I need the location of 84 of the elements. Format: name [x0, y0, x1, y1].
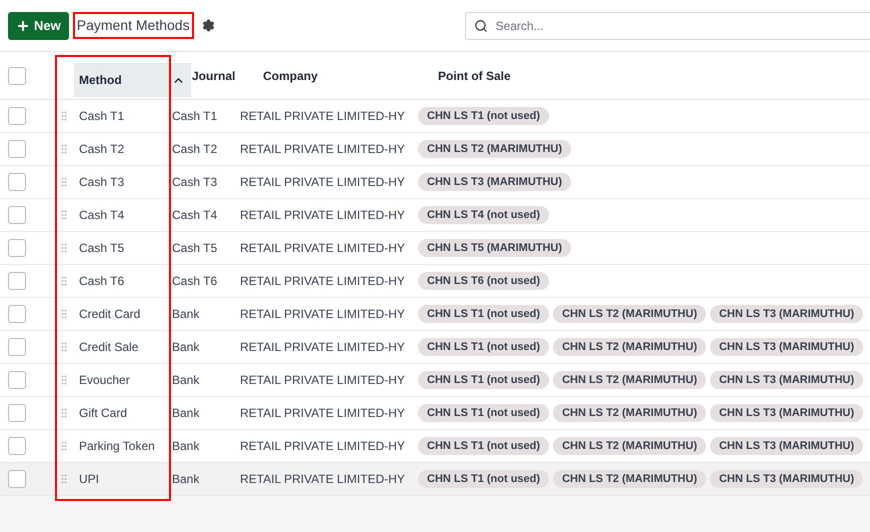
pos-tag: CHN LS T3 (MARIMUTHU)	[710, 404, 864, 422]
row-checkbox[interactable]	[8, 206, 26, 224]
pos-tag: CHN LS T2 (MARIMUTHU)	[553, 404, 706, 422]
row-checkbox[interactable]	[8, 470, 26, 488]
table-cell-text: Cash T1	[172, 108, 218, 125]
row-checkbox[interactable]	[8, 371, 26, 389]
pos-tag: CHN LS T3 (MARIMUTHU)	[418, 172, 572, 192]
settings-icon[interactable]	[202, 19, 215, 32]
pos-tag: CHN LS T3 (MARIMUTHU)	[710, 436, 864, 456]
table-cell-text: Cash T6	[172, 273, 218, 290]
pos-tag: CHN LS T6 (not used)	[418, 272, 550, 290]
row-checkbox[interactable]	[8, 272, 26, 290]
new-button[interactable]: New	[8, 12, 69, 40]
table-cell-text: UPI	[79, 471, 100, 488]
table-cell-text: RETAIL PRIVATE LIMITED-HY	[240, 240, 406, 257]
table-cell-text: RETAIL PRIVATE LIMITED-HY	[240, 372, 406, 389]
table-cell-text: RETAIL PRIVATE LIMITED-HY	[240, 273, 406, 290]
row-checkbox[interactable]	[8, 66, 26, 84]
search-field[interactable]: Search...	[464, 12, 870, 40]
row-checkbox[interactable]	[8, 404, 26, 422]
search-icon	[474, 18, 488, 32]
table-cell-text: Credit Card	[79, 306, 140, 323]
row-checkbox[interactable]	[8, 437, 26, 455]
table-cell-text: Evoucher	[79, 372, 130, 389]
page-title: Payment Methods	[72, 12, 194, 39]
pos-tag: CHN LS T4 (not used)	[418, 206, 550, 224]
pos-tag: CHN LS T3 (MARIMUTHU)	[710, 470, 864, 488]
pos-tag: CHN LS T1 (not used)	[418, 436, 550, 456]
pos-tag: CHN LS T2 (MARIMUTHU)	[553, 470, 706, 488]
table-cell-text: Cash T1	[79, 108, 124, 125]
pos-tag: CHN LS T1 (not used)	[418, 470, 550, 488]
table-cell-text: RETAIL PRIVATE LIMITED-HY	[240, 471, 406, 488]
row-checkbox[interactable]	[8, 140, 26, 158]
pos-tag: CHN LS T2 (MARIMUTHU)	[553, 370, 706, 390]
pos-tag: CHN LS T1 (not used)	[418, 370, 550, 390]
pos-tag: CHN LS T2 (MARIMUTHU)	[553, 304, 706, 324]
pos-tag: CHN LS T1 (not used)	[418, 404, 550, 422]
column-header[interactable]: Company	[259, 52, 437, 99]
plus-icon	[16, 18, 30, 32]
table-cell-text: RETAIL PRIVATE LIMITED-HY	[240, 405, 406, 422]
row-checkbox[interactable]	[8, 173, 26, 191]
table-cell-text: Cash T4	[172, 207, 218, 224]
column-header[interactable]: Journal	[191, 52, 259, 99]
table-cell-text: RETAIL PRIVATE LIMITED-HY	[240, 174, 406, 191]
table-cell-text: Cash T4	[79, 207, 124, 224]
pos-tag: CHN LS T1 (not used)	[418, 106, 550, 126]
table-cell-text: Parking Token	[79, 438, 155, 455]
table-cell-text: Credit Sale	[79, 339, 138, 356]
pos-tag: CHN LS T3 (MARIMUTHU)	[710, 304, 864, 324]
table-cell-text: RETAIL PRIVATE LIMITED-HY	[240, 306, 406, 323]
pos-tag: CHN LS T3 (MARIMUTHU)	[710, 370, 864, 390]
table-cell-text: RETAIL PRIVATE LIMITED-HY	[240, 339, 406, 356]
table-cell-text: Bank	[172, 405, 200, 422]
table-cell-text: Cash T5	[79, 240, 124, 257]
table-cell-text: RETAIL PRIVATE LIMITED-HY	[240, 207, 406, 224]
table-cell-text: Cash T3	[79, 174, 124, 191]
table-cell-text: Bank	[172, 372, 200, 389]
pos-tag: CHN LS T5 (MARIMUTHU)	[418, 238, 572, 258]
search-input[interactable]: Search...	[496, 16, 862, 34]
table-cell-text: RETAIL PRIVATE LIMITED-HY	[240, 108, 406, 125]
table-cell-text: Cash T6	[79, 273, 124, 290]
column-header[interactable]: Point of Sale	[437, 52, 870, 99]
pos-tag: CHN LS T3 (MARIMUTHU)	[710, 338, 864, 356]
pos-tag: CHN LS T1 (not used)	[418, 338, 550, 356]
row-checkbox[interactable]	[8, 107, 26, 125]
table-cell-text: Cash T2	[79, 141, 124, 158]
table-cell-text: Cash T3	[172, 174, 218, 191]
table-cell-text: Bank	[172, 438, 200, 455]
row-checkbox[interactable]	[8, 338, 26, 356]
table-cell-text: RETAIL PRIVATE LIMITED-HY	[240, 141, 406, 158]
column-header[interactable]: Method	[74, 63, 191, 97]
pos-tag: CHN LS T2 (MARIMUTHU)	[553, 436, 706, 456]
pos-tag: CHN LS T2 (MARIMUTHU)	[418, 140, 572, 158]
table-cell-text: RETAIL PRIVATE LIMITED-HY	[240, 438, 406, 455]
table-cell-text: Cash T2	[172, 141, 218, 158]
pos-tag: CHN LS T2 (MARIMUTHU)	[553, 338, 706, 356]
pos-tag: CHN LS T1 (not used)	[418, 304, 550, 324]
table-cell-text: Bank	[172, 306, 200, 323]
row-checkbox[interactable]	[8, 305, 26, 323]
table-cell-text: Bank	[172, 471, 200, 488]
table-cell-text: Bank	[172, 339, 200, 356]
table-cell-text: Gift Card	[79, 405, 128, 422]
table-cell-text: Cash T5	[172, 240, 218, 257]
row-checkbox[interactable]	[8, 239, 26, 257]
